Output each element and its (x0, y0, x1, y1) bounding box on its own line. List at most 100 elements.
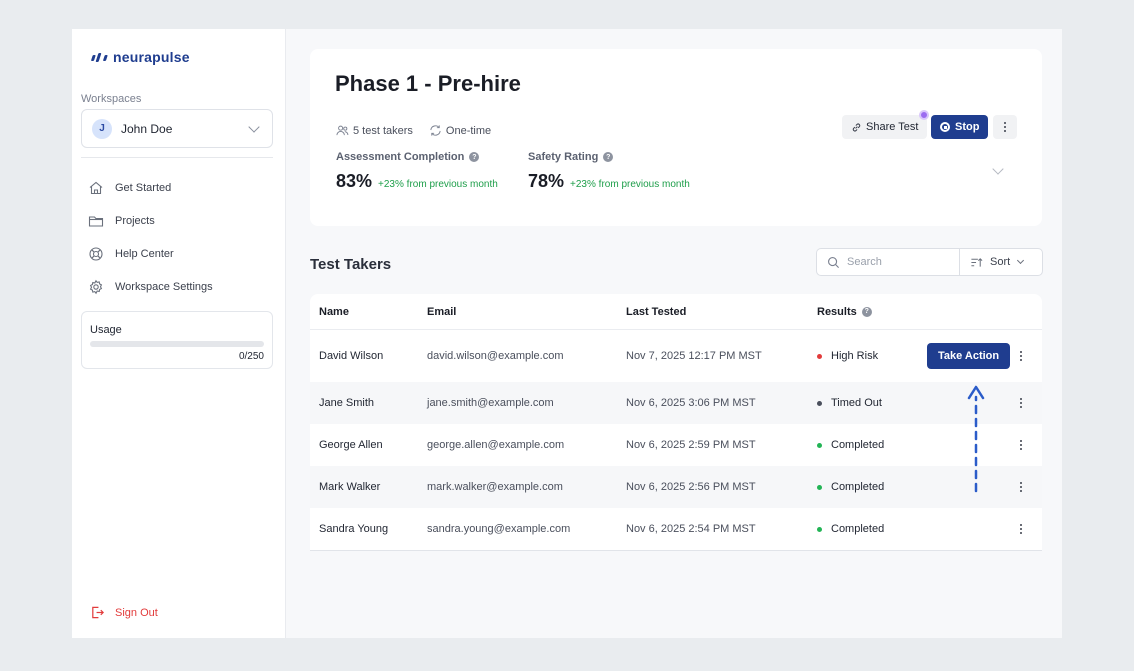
stat-delta: +23% from previous month (570, 179, 690, 190)
cell-email: mark.walker@example.com (427, 481, 563, 493)
stat-safety-rating: Safety Rating? 78% +23% from previous mo… (528, 151, 690, 192)
folder-icon (88, 215, 104, 227)
cell-name: Mark Walker (319, 481, 381, 493)
stat-assessment-completion: Assessment Completion? 83% +23% from pre… (336, 151, 498, 192)
stop-button[interactable]: Stop (931, 115, 989, 139)
sidebar-item-get-started[interactable]: Get Started (88, 171, 213, 204)
sign-out-button[interactable]: Sign Out (90, 605, 158, 620)
table-row[interactable]: Mark Walker mark.walker@example.com Nov … (310, 466, 1042, 508)
link-icon (852, 123, 861, 131)
column-header-name[interactable]: Name (319, 306, 349, 318)
share-test-button[interactable]: Share Test (842, 115, 928, 139)
sort-button[interactable]: Sort (959, 248, 1043, 276)
status-label: Timed Out (831, 397, 882, 409)
search-icon (828, 256, 840, 268)
table-row[interactable]: George Allen george.allen@example.com No… (310, 424, 1042, 466)
row-more-icon[interactable] (1020, 440, 1022, 450)
workspace-selector[interactable]: J John Doe (81, 109, 273, 148)
test-takers-table: Name Email Last Tested Results ? David W… (310, 294, 1042, 551)
workspaces-label: Workspaces (81, 93, 142, 105)
sidebar-item-label: Workspace Settings (115, 280, 213, 293)
users-icon (336, 125, 349, 136)
cell-last-tested: Nov 6, 2025 3:06 PM MST (626, 397, 756, 409)
table-row[interactable]: Sandra Young sandra.young@example.com No… (310, 508, 1042, 550)
test-meta: 5 test takers One-time (336, 124, 491, 137)
avatar: J (92, 118, 112, 139)
more-options-button[interactable] (993, 115, 1017, 139)
cell-email: george.allen@example.com (427, 439, 565, 451)
test-frequency: One-time (445, 124, 492, 137)
sidebar-item-workspace-settings[interactable]: Workspace Settings (88, 270, 213, 303)
status-label: High Risk (831, 350, 879, 362)
cell-name: Jane Smith (319, 397, 375, 409)
search-input[interactable] (847, 256, 947, 268)
status-dot (817, 526, 822, 532)
table-row[interactable]: Jane Smith jane.smith@example.com Nov 6,… (310, 382, 1042, 424)
stop-icon (940, 122, 950, 132)
sidebar-nav: Get Started Projects Help Center Workspa… (88, 171, 213, 303)
cell-name: David Wilson (319, 350, 384, 362)
workspace-name: John Doe (121, 121, 173, 136)
help-icon[interactable]: ? (861, 306, 872, 317)
row-more-icon[interactable] (1020, 524, 1022, 534)
chevron-down-icon[interactable] (992, 163, 1004, 175)
page-title: Phase 1 - Pre-hire (335, 71, 521, 96)
app-frame: neurapulse Workspaces J John Doe Get Sta… (72, 29, 1062, 638)
usage-card: Usage 0/250 (81, 311, 273, 369)
stat-delta: +23% from previous month (378, 179, 498, 190)
section-title: Test Takers (310, 256, 392, 273)
dashed-arrow-annotation (967, 385, 985, 493)
chevron-down-icon (1017, 256, 1025, 265)
cell-result: Completed (817, 481, 884, 493)
brand-name: neurapulse (113, 49, 190, 65)
sign-out-icon (92, 606, 104, 619)
status-dot (817, 353, 822, 359)
logo-mark-icon (91, 52, 109, 62)
status-label: Completed (831, 523, 885, 535)
row-more-icon[interactable] (1020, 482, 1022, 492)
search-box[interactable] (816, 248, 960, 276)
sidebar-item-label: Help Center (115, 247, 174, 260)
cell-result: Completed (817, 523, 884, 535)
status-dot (817, 484, 822, 490)
help-icon[interactable]: ? (469, 152, 480, 162)
table-row[interactable]: David Wilson david.wilson@example.com No… (310, 330, 1042, 382)
status-dot (817, 442, 822, 448)
more-vertical-icon (1004, 122, 1006, 132)
cell-email: david.wilson@example.com (427, 350, 564, 362)
column-header-email[interactable]: Email (427, 306, 456, 318)
stat-label: Safety Rating (528, 151, 599, 163)
cell-email: jane.smith@example.com (427, 397, 554, 409)
status-label: Completed (831, 439, 885, 451)
cell-last-tested: Nov 6, 2025 2:56 PM MST (626, 481, 756, 493)
cell-last-tested: Nov 6, 2025 2:59 PM MST (626, 439, 756, 451)
sidebar-item-projects[interactable]: Projects (88, 204, 213, 237)
sidebar-item-help-center[interactable]: Help Center (88, 237, 213, 270)
cell-name: Sandra Young (319, 523, 389, 535)
cell-result: Timed Out (817, 397, 882, 409)
cell-result: High Risk (817, 350, 878, 362)
help-icon[interactable]: ? (603, 152, 614, 162)
column-header-last-tested[interactable]: Last Tested (626, 306, 686, 318)
row-more-icon[interactable] (1020, 398, 1022, 408)
status-dot (817, 400, 822, 406)
sidebar-divider (81, 157, 273, 158)
cell-last-tested: Nov 7, 2025 12:17 PM MST (626, 350, 762, 362)
stat-value: 78% (528, 171, 565, 191)
test-takers-count: 5 test takers (353, 124, 413, 137)
take-action-button[interactable]: Take Action (927, 343, 1011, 369)
column-header-results-label: Results (817, 305, 857, 318)
usage-count: 0/250 (238, 351, 264, 362)
stat-label: Assessment Completion (336, 151, 465, 163)
home-icon (89, 181, 103, 194)
sidebar-item-label: Get Started (115, 181, 172, 194)
cell-email: sandra.young@example.com (427, 523, 571, 535)
sign-out-label: Sign Out (115, 606, 158, 619)
stat-value: 83% (336, 171, 373, 191)
brand-logo[interactable]: neurapulse (91, 49, 190, 65)
sort-icon (971, 257, 983, 267)
column-header-results[interactable]: Results ? (817, 306, 872, 318)
lifebuoy-icon (89, 246, 103, 261)
cell-result: Completed (817, 439, 884, 451)
row-more-icon[interactable] (1020, 351, 1022, 361)
